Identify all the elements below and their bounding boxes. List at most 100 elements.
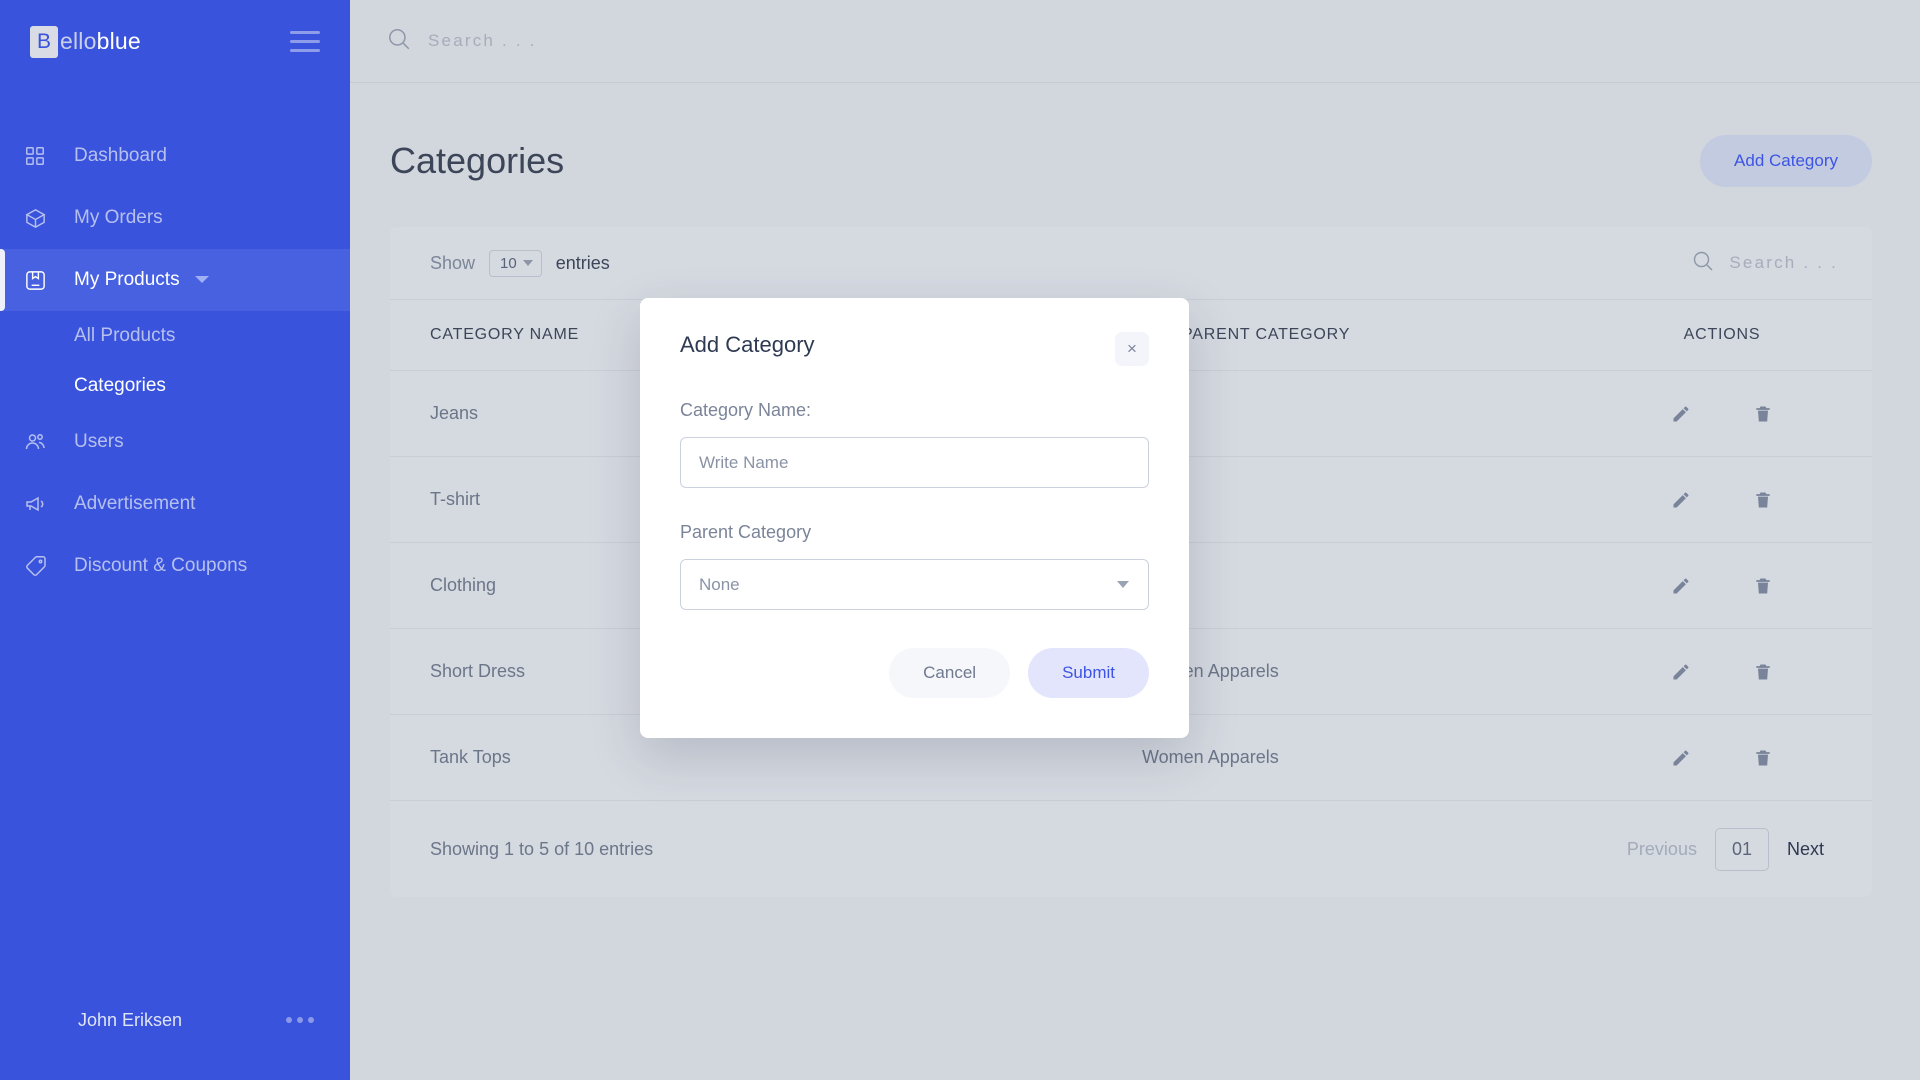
trash-icon[interactable] (1753, 490, 1773, 510)
page-header: Categories Add Category (350, 83, 1920, 187)
modal-actions: Cancel Submit (680, 648, 1149, 698)
product-box-icon (24, 269, 74, 292)
box-icon (24, 207, 74, 230)
modal-title: Add Category (680, 332, 815, 357)
chevron-down-icon[interactable] (194, 269, 210, 291)
pagination-next[interactable]: Next (1787, 839, 1824, 860)
table-footer: Showing 1 to 5 of 10 entries Previous 01… (390, 801, 1872, 897)
trash-icon[interactable] (1753, 404, 1773, 424)
sidebar-item-my-products[interactable]: My Products (0, 249, 350, 311)
sidebar-footer: John Eriksen (0, 980, 350, 1080)
edit-pencil-icon[interactable] (1671, 748, 1691, 768)
pagination: Previous 01 Next (1627, 827, 1824, 871)
cell-actions (1572, 714, 1872, 801)
parent-category-select[interactable]: None (680, 559, 1149, 610)
sidebar-subitem-label: Categories (74, 375, 166, 396)
entries-label: entries (555, 252, 610, 273)
parent-category-select-wrap: None (680, 559, 1149, 610)
sidebar-nav: Dashboard My Orders My Products All Prod… (0, 125, 350, 597)
global-search-placeholder: Search . . . (428, 31, 537, 50)
app-root: B elloblue Dashboard My Orders My Produc… (0, 0, 1920, 1080)
trash-icon[interactable] (1753, 748, 1773, 768)
sidebar-item-label: Users (74, 431, 124, 452)
chevron-down-icon (522, 260, 533, 266)
edit-pencil-icon[interactable] (1671, 490, 1691, 510)
add-category-button[interactable]: Add Category (1700, 135, 1872, 187)
hamburger-bar (290, 49, 320, 52)
row-actions (1572, 748, 1872, 768)
sidebar-item-my-orders[interactable]: My Orders (0, 187, 350, 249)
table-toolbar: Show 10 entries Search . . . (390, 227, 1872, 300)
page-size-value: 10 (500, 254, 517, 272)
column-parent-category: PARENT CATEGORY (1142, 300, 1572, 371)
cell-actions (1572, 370, 1872, 457)
parent-category-value: None (699, 574, 740, 594)
sidebar-item-dashboard[interactable]: Dashboard (0, 125, 350, 187)
sidebar-item-categories[interactable]: Categories (0, 361, 350, 411)
grid-icon (24, 145, 74, 167)
sidebar-brand-row: B elloblue (0, 0, 350, 83)
row-actions (1572, 404, 1872, 424)
sidebar-item-discount-coupons[interactable]: Discount & Coupons (0, 535, 350, 597)
dot (308, 1017, 314, 1023)
column-actions: ACTIONS (1572, 300, 1872, 371)
tag-icon (24, 554, 74, 578)
sidebar-item-all-products[interactable]: All Products (0, 311, 350, 361)
cancel-button[interactable]: Cancel (889, 648, 1011, 698)
parent-category-label: Parent Category (680, 522, 812, 542)
users-icon (24, 430, 74, 454)
dot (286, 1017, 292, 1023)
table-search[interactable]: Search . . . (1691, 249, 1838, 278)
cell-parent-category (1142, 456, 1572, 543)
cell-actions (1572, 628, 1872, 715)
show-label: Show (430, 252, 476, 273)
sidebar-item-label: My Products (74, 269, 180, 290)
sidebar-item-label: My Orders (74, 207, 163, 228)
edit-pencil-icon[interactable] (1671, 662, 1691, 682)
megaphone-icon (24, 492, 74, 516)
showing-entries-text: Showing 1 to 5 of 10 entries (430, 838, 654, 859)
close-icon[interactable]: × (1115, 332, 1149, 366)
more-options-icon[interactable] (286, 1017, 314, 1023)
page-size-select[interactable]: 10 (489, 249, 542, 277)
hamburger-bar (290, 40, 320, 43)
trash-icon[interactable] (1753, 576, 1773, 596)
search-icon (1691, 249, 1715, 278)
edit-pencil-icon[interactable] (1671, 576, 1691, 596)
hamburger-menu-icon[interactable] (290, 31, 320, 52)
cell-parent-category: Women Apparels (1142, 714, 1572, 801)
sidebar-item-label: Dashboard (74, 145, 167, 166)
row-actions (1572, 576, 1872, 596)
sidebar-item-label: Discount & Coupons (74, 555, 248, 576)
cell-actions (1572, 542, 1872, 629)
brand-name-bold: blue (96, 28, 141, 54)
pagination-previous[interactable]: Previous (1627, 839, 1697, 860)
row-actions (1572, 490, 1872, 510)
sidebar-subitem-label: All Products (74, 325, 176, 346)
submit-button[interactable]: Submit (1028, 648, 1149, 698)
category-name-label: Category Name: (680, 400, 812, 420)
brand-name-light: ello (60, 28, 97, 54)
hamburger-bar (290, 31, 320, 34)
sidebar-item-advertisement[interactable]: Advertisement (0, 473, 350, 535)
brand-name: elloblue (60, 28, 141, 55)
modal-header: Add Category × (680, 332, 1149, 366)
trash-icon[interactable] (1753, 662, 1773, 682)
table-search-placeholder: Search . . . (1729, 253, 1838, 272)
global-search[interactable]: Search . . . (386, 26, 537, 57)
brand-badge: B (30, 25, 58, 58)
edit-pencil-icon[interactable] (1671, 404, 1691, 424)
topbar: Search . . . (350, 0, 1920, 83)
row-actions (1572, 662, 1872, 682)
pagination-page-1[interactable]: 01 (1714, 827, 1769, 871)
category-name-input[interactable] (680, 437, 1149, 488)
add-category-modal: Add Category × Category Name: Parent Cat… (640, 298, 1189, 738)
sidebar-item-users[interactable]: Users (0, 411, 350, 473)
brand-logo[interactable]: B elloblue (30, 25, 141, 58)
cell-parent-category (1142, 542, 1572, 629)
search-icon (386, 26, 412, 57)
sidebar-item-label: Advertisement (74, 493, 196, 514)
show-entries-control: Show 10 entries (430, 249, 610, 277)
sidebar-user-name: John Eriksen (78, 1009, 183, 1030)
cell-parent-category: Women Apparels (1142, 628, 1572, 715)
